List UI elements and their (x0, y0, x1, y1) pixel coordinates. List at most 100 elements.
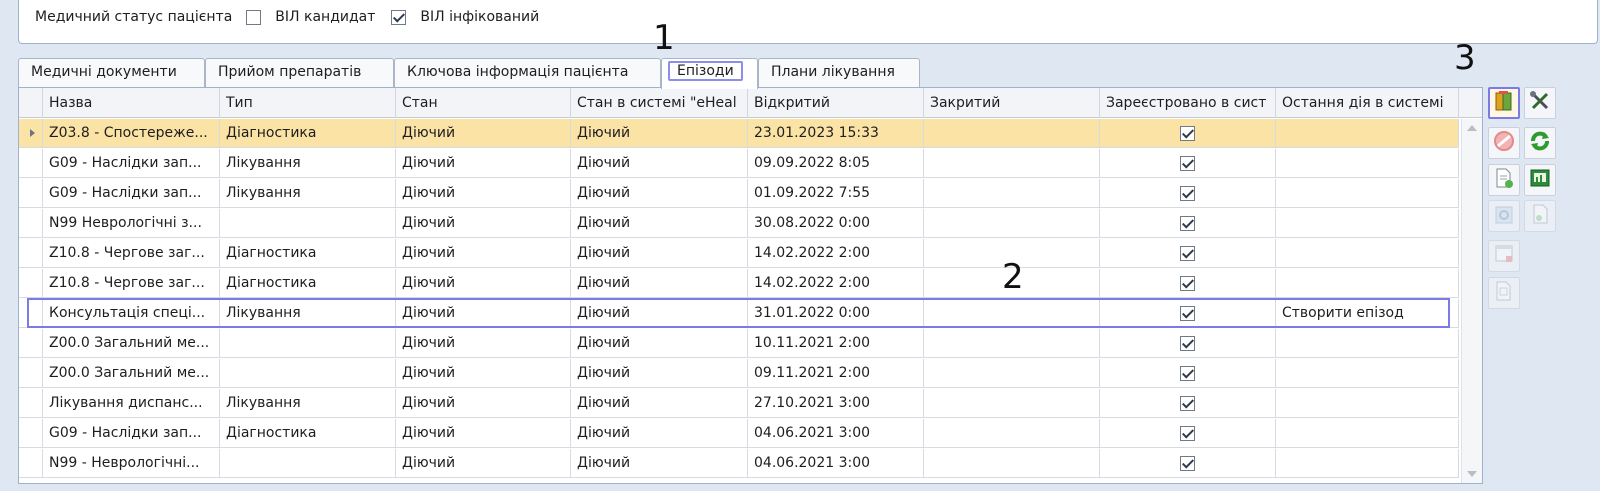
tab-drug-intake[interactable]: Прийом препаратів (205, 58, 394, 88)
row-indicator[interactable] (19, 449, 43, 478)
registered-checkbox[interactable] (1180, 276, 1195, 291)
episode-book-button[interactable] (1488, 87, 1520, 119)
registered-checkbox[interactable] (1180, 126, 1195, 141)
column-header-state[interactable]: Стан (396, 88, 571, 118)
registered-checkbox[interactable] (1180, 336, 1195, 351)
cell-last-action (1276, 419, 1459, 448)
cell-state: Діючий (396, 149, 571, 178)
table-row[interactable]: Z00.0 Загальний ме... Діючий Діючий 10.11.2… (19, 329, 1459, 358)
row-indicator[interactable] (19, 209, 43, 238)
column-header-opened[interactable]: Відкритий (748, 88, 924, 118)
row-indicator[interactable] (19, 359, 43, 388)
tab-medical-documents[interactable]: Медичні документи (18, 58, 205, 88)
cell-name: N99 Неврологічні з... (43, 209, 220, 238)
tab-treatment-plans[interactable]: Плани лікування (758, 58, 920, 88)
table-row[interactable]: G09 - Наслідки зап... Лікування Діючий Діюч… (19, 179, 1459, 208)
hiv-infected-checkbox[interactable] (391, 9, 407, 25)
scroll-down-icon[interactable] (1467, 471, 1477, 477)
table-row[interactable]: Z03.8 - Спостереже... Діагностика Діючий Ді… (19, 119, 1459, 148)
cell-name: Лікування диспанс... (43, 389, 220, 418)
cell-closed (924, 149, 1100, 178)
registered-checkbox[interactable] (1180, 216, 1195, 231)
cell-opened: 01.09.2022 7:55 (748, 179, 924, 208)
cell-type: Лікування (220, 389, 396, 418)
scroll-up-icon[interactable] (1467, 125, 1477, 131)
table-row[interactable]: Z10.8 - Чергове заг... Діагностика Діючий Д… (19, 269, 1459, 298)
cell-last-action (1276, 119, 1459, 148)
table-row[interactable]: N99 - Неврологічні... Діючий Діючий 04.06.2… (19, 449, 1459, 478)
tab-episodes[interactable]: Епізоди (661, 58, 758, 89)
registered-checkbox[interactable] (1180, 306, 1195, 321)
table-row[interactable]: G09 - Наслідки зап... Лікування Діючий Діюч… (19, 149, 1459, 178)
registered-checkbox[interactable] (1180, 366, 1195, 381)
cell-type: Діагностика (220, 269, 396, 298)
hiv-candidate-checkbox[interactable] (246, 9, 262, 25)
cell-ehealth-state: Діючий (571, 269, 748, 298)
registered-checkbox[interactable] (1180, 156, 1195, 171)
hiv-infected-label: ВІЛ інфікований (420, 9, 540, 25)
column-header-closed[interactable]: Закритий (924, 88, 1100, 118)
tab-key-patient-info[interactable]: Ключова інформація пацієнта (394, 58, 661, 88)
cell-registered (1100, 119, 1276, 148)
column-header-type[interactable]: Тип (220, 88, 396, 118)
cell-name: Z03.8 - Спостереже... (43, 119, 220, 148)
row-indicator[interactable] (19, 299, 43, 328)
cell-closed (924, 119, 1100, 148)
row-indicator[interactable] (19, 119, 43, 148)
row-indicator[interactable] (19, 389, 43, 418)
edit-tools-button[interactable] (1524, 87, 1556, 119)
cell-ehealth-state: Діючий (571, 419, 748, 448)
cell-closed (924, 329, 1100, 358)
cell-ehealth-state: Діючий (571, 449, 748, 478)
table-row[interactable]: Лікування диспанс... Лікування Діючий Діючи… (19, 389, 1459, 418)
column-header-last-action[interactable]: Остання дія в системі (1276, 88, 1459, 118)
table-row[interactable]: Консультація спеці... Лікування Діючий Діюч… (19, 299, 1459, 328)
table-row[interactable]: N99 Неврологічні з... Діючий Діючий 30.08.2… (19, 209, 1459, 238)
cell-last-action (1276, 359, 1459, 388)
registered-checkbox[interactable] (1180, 426, 1195, 441)
medical-status-panel: Медичний статус пацієнта ВІЛ кандидат ВІ… (18, 0, 1598, 44)
chart-button[interactable] (1524, 164, 1556, 196)
recycle-button[interactable] (1488, 200, 1520, 232)
table-row[interactable]: Z10.8 - Чергове заг... Діагностика Діючий Д… (19, 239, 1459, 268)
vertical-scrollbar[interactable] (1461, 119, 1482, 483)
column-header-name[interactable]: Назва (43, 88, 220, 118)
cell-type: Лікування (220, 179, 396, 208)
cell-opened: 27.10.2021 3:00 (748, 389, 924, 418)
cell-registered (1100, 419, 1276, 448)
row-indicator[interactable] (19, 239, 43, 268)
cell-state: Діючий (396, 179, 571, 208)
row-indicator[interactable] (19, 269, 43, 298)
refresh-icon (1529, 130, 1551, 156)
cell-last-action (1276, 269, 1459, 298)
registered-checkbox[interactable] (1180, 246, 1195, 261)
row-indicator[interactable] (19, 329, 43, 358)
registered-checkbox[interactable] (1180, 186, 1195, 201)
chart-icon (1529, 167, 1551, 193)
tab-label: Плани лікування (771, 64, 895, 80)
table-row[interactable]: Z00.0 Загальний ме... Діючий Діючий 09.11.2… (19, 359, 1459, 388)
column-header-registered[interactable]: Зареєстровано в сист (1100, 88, 1276, 118)
new-document-button[interactable] (1488, 164, 1520, 196)
tab-label: Ключова інформація пацієнта (407, 64, 629, 80)
registered-checkbox[interactable] (1180, 396, 1195, 411)
row-indicator[interactable] (19, 149, 43, 178)
cell-registered (1100, 209, 1276, 238)
cell-state: Діючий (396, 119, 571, 148)
table-row[interactable]: G09 - Наслідки зап... Діагностика Діючий Ді… (19, 419, 1459, 448)
cell-name: Z00.0 Загальний ме... (43, 359, 220, 388)
document-link-button[interactable] (1524, 200, 1556, 232)
registered-checkbox[interactable] (1180, 456, 1195, 471)
cell-state: Діючий (396, 209, 571, 238)
document-refresh-button[interactable] (1488, 277, 1520, 309)
tab-label: Епізоди (668, 61, 743, 81)
tab-label: Прийом препаратів (218, 64, 362, 80)
cell-ehealth-state: Діючий (571, 389, 748, 418)
row-indicator[interactable] (19, 419, 43, 448)
refresh-button[interactable] (1524, 127, 1556, 159)
cancel-button[interactable] (1488, 127, 1520, 159)
cell-ehealth-state: Діючий (571, 329, 748, 358)
window-close-button[interactable] (1488, 240, 1520, 272)
row-indicator[interactable] (19, 179, 43, 208)
column-header-ehealth-state[interactable]: Стан в системі "eHeal (571, 88, 748, 118)
